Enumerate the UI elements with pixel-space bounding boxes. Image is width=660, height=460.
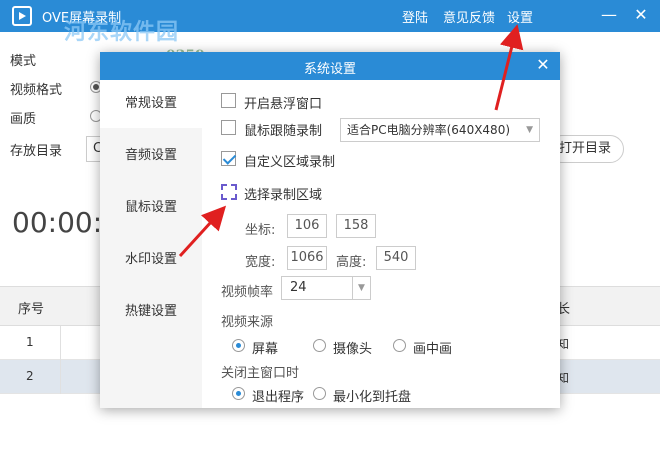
source-camera-label: 摄像头 bbox=[333, 342, 373, 357]
settings-dialog: 系统设置 ✕ 常规设置 音频设置 鼠标设置 水印设置 热键设置 bbox=[100, 52, 560, 408]
select-region-button[interactable]: 选择录制区域 bbox=[244, 184, 322, 203]
app-logo-icon bbox=[12, 6, 32, 26]
custom-region-label: 自定义区域录制 bbox=[244, 155, 336, 170]
format-label: 视频格式 bbox=[10, 83, 63, 98]
fps-label: 视频帧率 bbox=[221, 285, 274, 300]
fps-value: 24 bbox=[290, 280, 307, 295]
dir-label: 存放目录 bbox=[10, 144, 63, 159]
col-seq-header: 序号 bbox=[18, 302, 45, 317]
mouse-follow-checkbox[interactable] bbox=[221, 120, 236, 135]
nav-hotkey[interactable]: 热键设置 bbox=[100, 288, 202, 336]
coord-y-input[interactable]: 158 bbox=[336, 214, 376, 238]
feedback-link[interactable]: 意见反馈 bbox=[443, 7, 495, 26]
nav-audio[interactable]: 音频设置 bbox=[100, 132, 202, 180]
float-window-label: 开启悬浮窗口 bbox=[244, 97, 323, 112]
source-screen-label: 屏幕 bbox=[252, 342, 279, 357]
nav-mouse[interactable]: 鼠标设置 bbox=[100, 184, 202, 232]
source-label: 视频来源 bbox=[221, 315, 274, 330]
chevron-down-icon: ▼ bbox=[352, 277, 370, 299]
login-link[interactable]: 登陆 bbox=[402, 7, 428, 26]
coord-x-input[interactable]: 106 bbox=[287, 214, 327, 238]
settings-link[interactable]: 设置 bbox=[507, 7, 533, 26]
mouse-follow-label: 鼠标跟随录制 bbox=[244, 124, 323, 139]
dialog-titlebar: 系统设置 ✕ bbox=[100, 52, 560, 80]
dialog-title: 系统设置 bbox=[303, 62, 356, 77]
height-input[interactable]: 540 bbox=[376, 246, 416, 270]
watermark-text: 河东软件园 bbox=[64, 20, 180, 45]
source-pip-label: 画中画 bbox=[413, 342, 453, 357]
close-exit-radio[interactable] bbox=[232, 387, 245, 400]
height-label: 高度: bbox=[336, 255, 367, 270]
close-icon[interactable]: ✕ bbox=[630, 4, 652, 26]
mode-label: 模式 bbox=[10, 54, 37, 69]
settings-nav: 常规设置 音频设置 鼠标设置 水印设置 热键设置 bbox=[100, 80, 202, 408]
source-screen-radio[interactable] bbox=[232, 339, 245, 352]
quality-label: 画质 bbox=[10, 112, 37, 127]
column-divider bbox=[60, 360, 61, 394]
row-seq: 2 bbox=[26, 369, 34, 383]
nav-watermark[interactable]: 水印设置 bbox=[100, 236, 202, 284]
close-behavior-label: 关闭主窗口时 bbox=[221, 366, 300, 381]
column-divider bbox=[60, 326, 61, 360]
fps-select[interactable]: 24 ▼ bbox=[281, 276, 371, 300]
resolution-value: 适合PC电脑分辨率(640X480) bbox=[347, 123, 511, 137]
coord-label: 坐标: bbox=[245, 223, 276, 238]
close-tray-label: 最小化到托盘 bbox=[333, 390, 412, 405]
close-exit-label: 退出程序 bbox=[252, 390, 305, 405]
dialog-close-icon[interactable]: ✕ bbox=[532, 54, 554, 76]
close-tray-radio[interactable] bbox=[313, 387, 326, 400]
resolution-select[interactable]: 适合PC电脑分辨率(640X480) ▼ bbox=[340, 118, 540, 142]
chevron-down-icon: ▼ bbox=[526, 125, 533, 135]
minimize-icon[interactable]: — bbox=[598, 4, 620, 26]
select-region-icon[interactable] bbox=[221, 184, 237, 200]
custom-region-checkbox[interactable] bbox=[221, 151, 236, 166]
row-seq: 1 bbox=[26, 335, 34, 349]
source-camera-radio[interactable] bbox=[313, 339, 326, 352]
width-input[interactable]: 1066 bbox=[287, 246, 327, 270]
width-label: 宽度: bbox=[245, 255, 276, 270]
float-window-checkbox[interactable] bbox=[221, 93, 236, 108]
nav-general[interactable]: 常规设置 bbox=[100, 80, 202, 128]
source-pip-radio[interactable] bbox=[393, 339, 406, 352]
